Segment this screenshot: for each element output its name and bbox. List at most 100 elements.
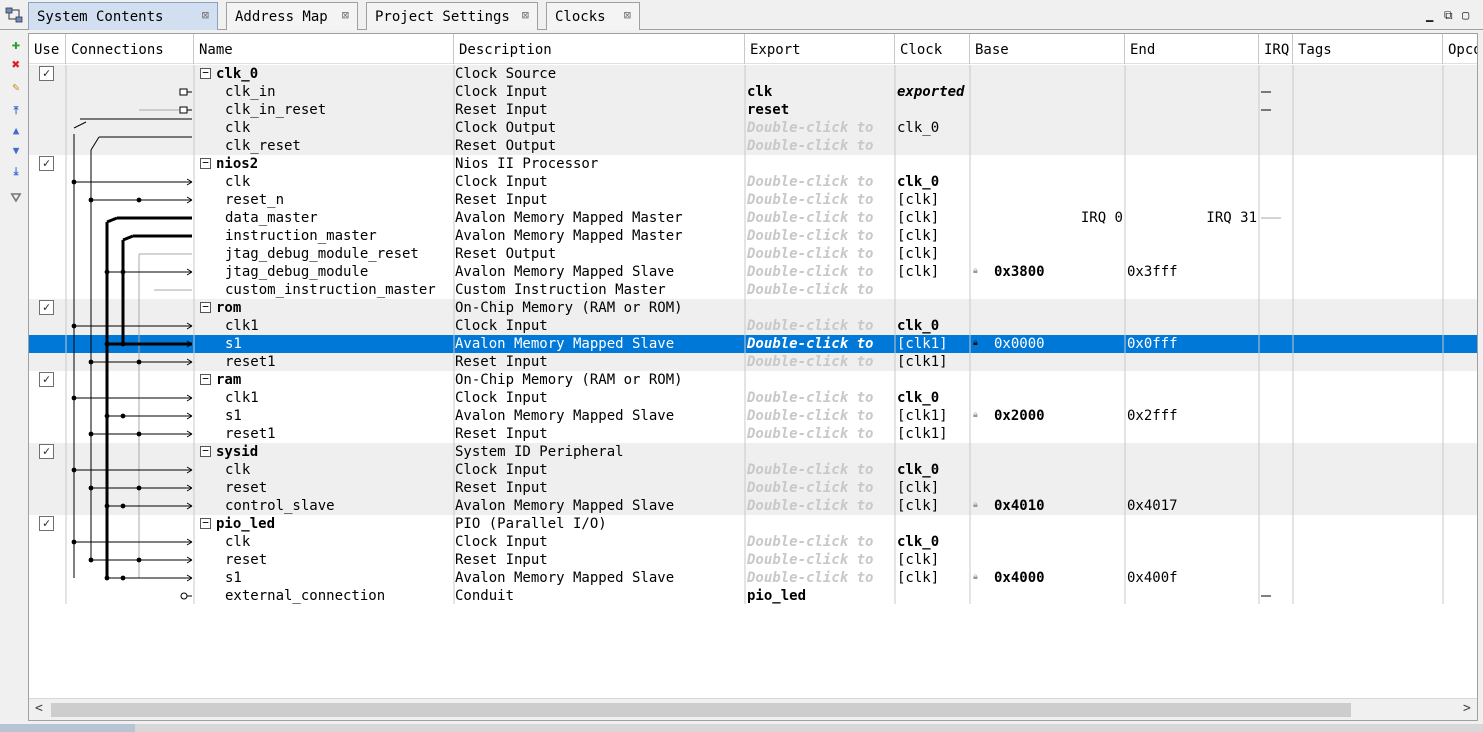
move-top-icon[interactable]: ⤒: [8, 103, 24, 119]
base-cell[interactable]: 0x3800: [972, 263, 1125, 281]
name-cell[interactable]: clk_in: [199, 83, 454, 101]
interface-row[interactable]: control_slave Avalon Memory Mapped Slave D…: [29, 497, 1477, 515]
filter-icon[interactable]: ⛛: [8, 191, 24, 207]
name-cell[interactable]: instruction_master: [199, 227, 454, 245]
name-cell[interactable]: pio_led: [199, 515, 454, 533]
export-cell[interactable]: Double-click to: [747, 407, 895, 425]
col-connections[interactable]: Connections: [66, 34, 194, 64]
use-checkbox[interactable]: ✓: [39, 156, 54, 171]
name-cell[interactable]: jtag_debug_module_reset: [199, 245, 454, 263]
scroll-left-icon[interactable]: <: [35, 701, 43, 716]
name-cell[interactable]: clk: [199, 461, 454, 479]
name-cell[interactable]: clk: [199, 533, 454, 551]
tab-address-map[interactable]: Address Map ⊠: [226, 2, 358, 30]
export-cell[interactable]: reset: [747, 101, 895, 119]
name-cell[interactable]: clk_0: [199, 65, 454, 83]
clock-cell[interactable]: clk_0: [897, 317, 970, 335]
export-cell[interactable]: Double-click to: [747, 461, 895, 479]
interface-row[interactable]: s1 Avalon Memory Mapped Slave Double-click…: [29, 335, 1477, 353]
interface-row[interactable]: s1 Avalon Memory Mapped Slave Double-click…: [29, 407, 1477, 425]
name-cell[interactable]: reset_n: [199, 191, 454, 209]
clock-cell[interactable]: clk_0: [897, 389, 970, 407]
clock-cell[interactable]: exported: [897, 83, 970, 101]
col-description[interactable]: Description: [454, 34, 745, 64]
interface-row[interactable]: clk Clock Input Double-click to clk_0: [29, 461, 1477, 479]
name-cell[interactable]: reset1: [199, 425, 454, 443]
base-cell[interactable]: IRQ 0: [972, 209, 1125, 227]
name-cell[interactable]: clk1: [199, 389, 454, 407]
scroll-right-icon[interactable]: >: [1463, 701, 1471, 716]
name-cell[interactable]: s1: [199, 569, 454, 587]
add-icon[interactable]: ✚: [8, 37, 24, 53]
export-cell[interactable]: Double-click to: [747, 263, 895, 281]
module-row[interactable]: ✓ − nios2 Nios II Processor: [29, 155, 1477, 173]
use-checkbox[interactable]: ✓: [39, 66, 54, 81]
interface-row[interactable]: clk Clock Output Double-click to clk_0: [29, 119, 1477, 137]
interface-row[interactable]: clk_in Clock Input clk exported: [29, 83, 1477, 101]
interface-row[interactable]: jtag_debug_module_reset Reset Output Doubl…: [29, 245, 1477, 263]
export-cell[interactable]: Double-click to: [747, 335, 895, 353]
export-cell[interactable]: Double-click to: [747, 551, 895, 569]
interface-row[interactable]: reset Reset Input Double-click to [clk]: [29, 479, 1477, 497]
interface-row[interactable]: clk_in_reset Reset Input reset: [29, 101, 1477, 119]
name-cell[interactable]: clk: [199, 173, 454, 191]
export-cell[interactable]: Double-click to: [747, 227, 895, 245]
export-cell[interactable]: Double-click to: [747, 389, 895, 407]
base-cell[interactable]: 0x4000: [972, 569, 1125, 587]
col-export[interactable]: Export: [745, 34, 895, 64]
name-cell[interactable]: s1: [199, 407, 454, 425]
name-cell[interactable]: clk: [199, 119, 454, 137]
name-cell[interactable]: clk_in_reset: [199, 101, 454, 119]
module-row[interactable]: ✓ − sysid System ID Peripheral: [29, 443, 1477, 461]
interface-row[interactable]: custom_instruction_master Custom Instruct…: [29, 281, 1477, 299]
export-cell[interactable]: pio_led: [747, 587, 895, 605]
remove-icon[interactable]: ✖: [8, 57, 24, 73]
col-base[interactable]: Base: [970, 34, 1125, 64]
close-icon[interactable]: ⊠: [202, 8, 209, 22]
export-cell[interactable]: Double-click to: [747, 119, 895, 137]
export-cell[interactable]: Double-click to: [747, 533, 895, 551]
clock-cell[interactable]: clk_0: [897, 461, 970, 479]
move-up-icon[interactable]: ▲: [8, 123, 24, 139]
export-cell[interactable]: [747, 371, 895, 389]
name-cell[interactable]: custom_instruction_master: [199, 281, 454, 299]
export-cell[interactable]: [747, 299, 895, 317]
interface-row[interactable]: clk1 Clock Input Double-click to clk_0: [29, 389, 1477, 407]
tab-system-contents[interactable]: System Contents ⊠: [28, 2, 218, 30]
name-cell[interactable]: ram: [199, 371, 454, 389]
interface-row[interactable]: reset Reset Input Double-click to [clk]: [29, 551, 1477, 569]
interface-row[interactable]: s1 Avalon Memory Mapped Slave Double-click…: [29, 569, 1477, 587]
close-icon[interactable]: ⊠: [624, 8, 631, 22]
module-row[interactable]: ✓ − clk_0 Clock Source: [29, 65, 1477, 83]
name-cell[interactable]: data_master: [199, 209, 454, 227]
export-cell[interactable]: clk: [747, 83, 895, 101]
name-cell[interactable]: nios2: [199, 155, 454, 173]
col-use[interactable]: Use: [29, 34, 66, 64]
export-cell[interactable]: [747, 155, 895, 173]
close-icon[interactable]: ⊠: [342, 8, 349, 22]
name-cell[interactable]: jtag_debug_module: [199, 263, 454, 281]
interface-row[interactable]: reset_n Reset Input Double-click to [clk]: [29, 191, 1477, 209]
export-cell[interactable]: Double-click to: [747, 173, 895, 191]
move-bottom-icon[interactable]: ⤓: [8, 164, 24, 180]
export-cell[interactable]: Double-click to: [747, 425, 895, 443]
module-row[interactable]: ✓ − rom On-Chip Memory (RAM or ROM): [29, 299, 1477, 317]
clock-cell[interactable]: clk_0: [897, 119, 970, 137]
module-row[interactable]: ✓ − pio_led PIO (Parallel I/O): [29, 515, 1477, 533]
name-cell[interactable]: s1: [199, 335, 454, 353]
col-tags[interactable]: Tags: [1293, 34, 1443, 64]
base-cell[interactable]: 0x4010: [972, 497, 1125, 515]
col-clock[interactable]: Clock: [895, 34, 970, 64]
clock-cell[interactable]: [clk1]: [897, 425, 970, 443]
clock-cell[interactable]: [clk]: [897, 191, 970, 209]
name-cell[interactable]: reset1: [199, 353, 454, 371]
interface-row[interactable]: instruction_master Avalon Memory Mapped M…: [29, 227, 1477, 245]
col-opcode[interactable]: Opco: [1443, 34, 1477, 64]
export-cell[interactable]: Double-click to: [747, 245, 895, 263]
maximize-icon[interactable]: ▢: [1462, 8, 1469, 22]
interface-row[interactable]: external_connection Conduit pio_led: [29, 587, 1477, 605]
clock-cell[interactable]: [clk1]: [897, 353, 970, 371]
clock-cell[interactable]: [clk]: [897, 209, 970, 227]
export-cell[interactable]: Double-click to: [747, 209, 895, 227]
name-cell[interactable]: control_slave: [199, 497, 454, 515]
